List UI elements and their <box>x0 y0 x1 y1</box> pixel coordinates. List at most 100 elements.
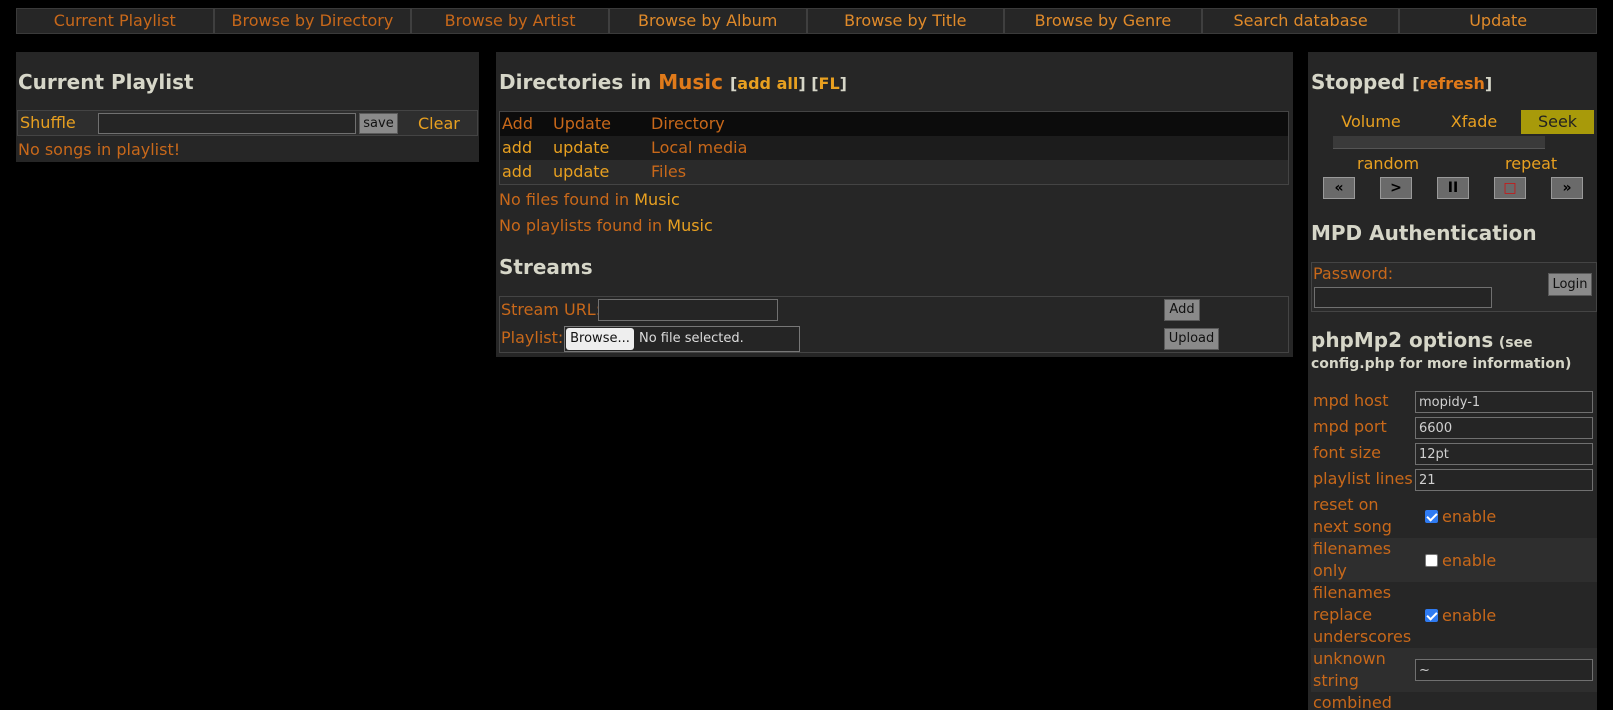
next-button[interactable]: » <box>1551 177 1583 199</box>
table-row: add update Files <box>500 160 1288 184</box>
add-stream-button[interactable]: Add <box>1164 299 1200 321</box>
player-state: Stopped <box>1311 70 1406 94</box>
add-all-group: [add all] [FL] <box>729 74 847 93</box>
no-playlists-text: No playlists found in <box>499 216 668 235</box>
nav-update[interactable]: Update <box>1400 9 1596 33</box>
option-label: unknown string <box>1313 649 1386 690</box>
option-label: reset on next song <box>1313 495 1392 536</box>
playlist-toolbar: Shuffle save Clear <box>17 110 478 136</box>
filenames-only-checkbox[interactable] <box>1425 553 1438 567</box>
shuffle-link[interactable]: Shuffle <box>20 113 76 132</box>
table-header: Add Update Directory <box>500 112 1288 136</box>
font-size-input[interactable] <box>1415 443 1593 465</box>
unknown-string-input[interactable] <box>1415 659 1593 681</box>
pause-button[interactable]: II <box>1437 177 1469 199</box>
option-font-size: font size <box>1311 442 1597 466</box>
playlist-name-input[interactable] <box>98 113 356 134</box>
file-picker[interactable]: Browse... No file selected. <box>564 326 800 352</box>
stream-url-label: Stream URL: <box>501 300 602 319</box>
password-label: Password: <box>1313 264 1394 283</box>
refresh-group: [refresh] <box>1412 74 1493 93</box>
option-playlist-lines: playlist lines <box>1311 468 1597 492</box>
option-mpd-port: mpd port <box>1311 416 1597 440</box>
update-link[interactable]: update <box>553 136 651 160</box>
fl-link[interactable]: FL <box>819 74 840 93</box>
random-toggle[interactable]: random <box>1357 154 1419 173</box>
option-label: mpd port <box>1313 417 1387 436</box>
reset-next-checkbox[interactable] <box>1425 509 1438 523</box>
stop-icon: □ <box>1503 180 1517 196</box>
streams-box: Stream URL: Add Playlist: Browse... No f… <box>499 296 1289 353</box>
playlist-lines-input[interactable] <box>1415 469 1593 491</box>
option-reset-next: reset on next song enable <box>1311 494 1597 538</box>
xfade-tab[interactable]: Xfade <box>1446 112 1502 131</box>
enable-label: enable <box>1442 506 1497 526</box>
seek-tab[interactable]: Seek <box>1521 110 1594 134</box>
directory-link[interactable]: Files <box>651 160 1288 184</box>
no-playlists-folder: Music <box>667 216 713 235</box>
previous-button[interactable]: « <box>1323 177 1355 199</box>
nav-browse-artist[interactable]: Browse by Artist <box>412 9 610 33</box>
volume-tab[interactable]: Volume <box>1341 112 1401 131</box>
add-link[interactable]: add <box>500 136 553 160</box>
update-link[interactable]: update <box>553 160 651 184</box>
seek-bar[interactable] <box>1333 136 1545 149</box>
nav-browse-genre[interactable]: Browse by Genre <box>1005 9 1203 33</box>
browse-button[interactable]: Browse... <box>566 328 634 350</box>
save-playlist-button[interactable]: save <box>359 113 398 134</box>
streams-title: Streams <box>499 255 593 279</box>
directories-title: Directories in Music [add all] [FL] <box>499 70 847 94</box>
directory-table: Add Update Directory add update Local me… <box>499 111 1289 185</box>
current-folder-link[interactable]: Music <box>658 70 723 94</box>
play-button[interactable]: > <box>1380 177 1412 199</box>
playlist-empty-message: No songs in playlist! <box>18 140 181 159</box>
file-status-text: No file selected. <box>639 331 744 346</box>
col-add: Add <box>502 114 533 133</box>
option-label: combined <box>1313 693 1392 710</box>
clear-playlist-link[interactable]: Clear <box>418 114 460 133</box>
option-label: font size <box>1313 443 1381 462</box>
replace-underscores-checkbox[interactable] <box>1425 608 1438 622</box>
top-nav: Current Playlist Browse by Directory Bro… <box>16 8 1597 34</box>
add-all-link[interactable]: add all <box>737 74 798 93</box>
repeat-toggle[interactable]: repeat <box>1505 154 1557 173</box>
col-update: Update <box>553 114 611 133</box>
add-link[interactable]: add <box>500 160 553 184</box>
option-label: filenames replace underscores <box>1313 583 1412 646</box>
stream-url-input[interactable] <box>598 299 778 321</box>
option-filenames-only: filenames only enable <box>1311 538 1597 582</box>
auth-box: Password: Login <box>1311 262 1597 312</box>
refresh-link[interactable]: refresh <box>1420 74 1485 93</box>
nav-browse-album[interactable]: Browse by Album <box>609 9 808 33</box>
auth-title: MPD Authentication <box>1311 221 1537 245</box>
no-files-text: No files found in <box>499 190 635 209</box>
login-button[interactable]: Login <box>1548 273 1592 296</box>
options-title: phpMp2 options (see config.php for more … <box>1311 330 1597 374</box>
nav-search-database[interactable]: Search database <box>1202 9 1401 33</box>
col-directory: Directory <box>651 114 725 133</box>
mpd-port-input[interactable] <box>1415 417 1593 439</box>
upload-button[interactable]: Upload <box>1164 328 1219 350</box>
stop-button[interactable]: □ <box>1494 177 1526 199</box>
no-playlists-message: No playlists found in Music <box>499 216 713 235</box>
mpd-host-input[interactable] <box>1415 391 1593 413</box>
no-files-folder: Music <box>634 190 680 209</box>
nav-current-playlist[interactable]: Current Playlist <box>17 9 215 33</box>
option-label: playlist lines <box>1313 469 1413 488</box>
nav-browse-directory[interactable]: Browse by Directory <box>214 9 413 33</box>
option-mpd-host: mpd host <box>1311 390 1597 414</box>
enable-label: enable <box>1442 550 1497 570</box>
directory-link[interactable]: Local media <box>651 136 1288 160</box>
directories-prefix: Directories in <box>499 70 659 94</box>
no-files-message: No files found in Music <box>499 190 680 209</box>
table-row: add update Local media <box>500 136 1288 160</box>
pause-icon: II <box>1447 180 1459 196</box>
nav-browse-title[interactable]: Browse by Title <box>807 9 1006 33</box>
option-label: filenames only <box>1313 539 1392 580</box>
option-unknown-string: unknown string <box>1311 648 1597 692</box>
playlist-upload-label: Playlist: <box>501 328 564 347</box>
playlist-title: Current Playlist <box>18 70 194 94</box>
enable-label: enable <box>1442 605 1497 625</box>
password-input[interactable] <box>1314 287 1492 308</box>
option-combined: combined <box>1311 692 1597 710</box>
